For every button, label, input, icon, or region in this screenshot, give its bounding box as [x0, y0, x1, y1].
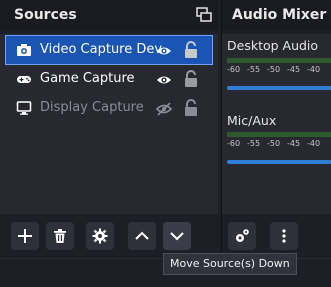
- channel-name-desktop-audio: Desktop Audio: [227, 38, 319, 53]
- lock-icon[interactable]: [184, 99, 198, 117]
- mixer-toolbar: [222, 222, 331, 254]
- undock-icon[interactable]: [196, 7, 212, 23]
- move-source-up-button[interactable]: [128, 222, 156, 250]
- tick-label: -60: [227, 65, 241, 74]
- lock-icon[interactable]: [184, 41, 198, 59]
- chevron-down-icon: [170, 232, 184, 241]
- volume-meter: [227, 58, 331, 63]
- tick-label: -55: [247, 65, 261, 74]
- tick-label: -55: [247, 139, 261, 148]
- sources-list: Video Capture Dev Game Capture Display C…: [0, 34, 218, 214]
- source-properties-button[interactable]: [86, 222, 114, 250]
- channel-name-mic-aux: Mic/Aux: [227, 113, 277, 128]
- eye-hidden-icon[interactable]: [155, 101, 173, 116]
- meter-ticks: -60 -55 -50 -45 -40: [227, 65, 331, 77]
- source-item-video-capture[interactable]: Video Capture Dev: [5, 35, 213, 65]
- trash-icon: [54, 229, 66, 243]
- meter-ticks: -60 -55 -50 -45 -40: [227, 139, 331, 151]
- tick-label: -40: [307, 65, 321, 74]
- more-vertical-icon: [282, 229, 286, 243]
- tick-label: -50: [267, 139, 281, 148]
- volume-slider-desktop-audio[interactable]: [227, 86, 331, 90]
- volume-meter: [227, 132, 331, 137]
- tick-label: -60: [227, 139, 241, 148]
- source-item-game-capture[interactable]: Game Capture: [6, 65, 212, 93]
- mixer-channels: Desktop Audio -60 -55 -50 -45 -40 Mic/Au…: [222, 34, 331, 214]
- source-item-display-capture[interactable]: Display Capture: [6, 94, 212, 122]
- tooltip: Move Source(s) Down: [163, 253, 297, 275]
- source-label: Game Capture: [40, 71, 135, 86]
- tick-label: -45: [287, 65, 301, 74]
- mixer-header: Audio Mixer: [222, 0, 331, 30]
- mixer-title: Audio Mixer: [232, 7, 327, 23]
- remove-source-button[interactable]: [46, 222, 74, 250]
- tick-label: -50: [267, 65, 281, 74]
- source-label: Display Capture: [40, 100, 144, 115]
- mixer-menu-button[interactable]: [270, 222, 298, 250]
- monitor-icon: [16, 100, 32, 116]
- advanced-audio-button[interactable]: [228, 222, 256, 250]
- tick-label: -40: [307, 139, 321, 148]
- audio-mixer-dock: Audio Mixer Desktop Audio -60 -55 -50 -4…: [221, 0, 331, 255]
- volume-slider-mic-aux[interactable]: [227, 160, 331, 164]
- plus-icon: [18, 229, 32, 243]
- sources-dock: Sources Video Capture Dev Game Capture D…: [0, 0, 218, 255]
- add-source-button[interactable]: [11, 222, 39, 250]
- move-source-down-button[interactable]: [163, 222, 191, 250]
- chevron-up-icon: [135, 231, 149, 240]
- tick-label: -45: [287, 139, 301, 148]
- gear-icon: [92, 228, 108, 244]
- eye-icon[interactable]: [156, 43, 172, 57]
- eye-icon[interactable]: [156, 72, 172, 86]
- sources-header: Sources: [0, 0, 218, 30]
- gamepad-icon: [16, 71, 32, 87]
- sources-toolbar: [0, 222, 218, 254]
- camera-icon: [16, 42, 32, 58]
- source-label: Video Capture Dev: [40, 42, 163, 57]
- lock-icon[interactable]: [184, 70, 198, 88]
- sources-title: Sources: [14, 7, 77, 23]
- advanced-audio-gear-icon: [236, 229, 249, 242]
